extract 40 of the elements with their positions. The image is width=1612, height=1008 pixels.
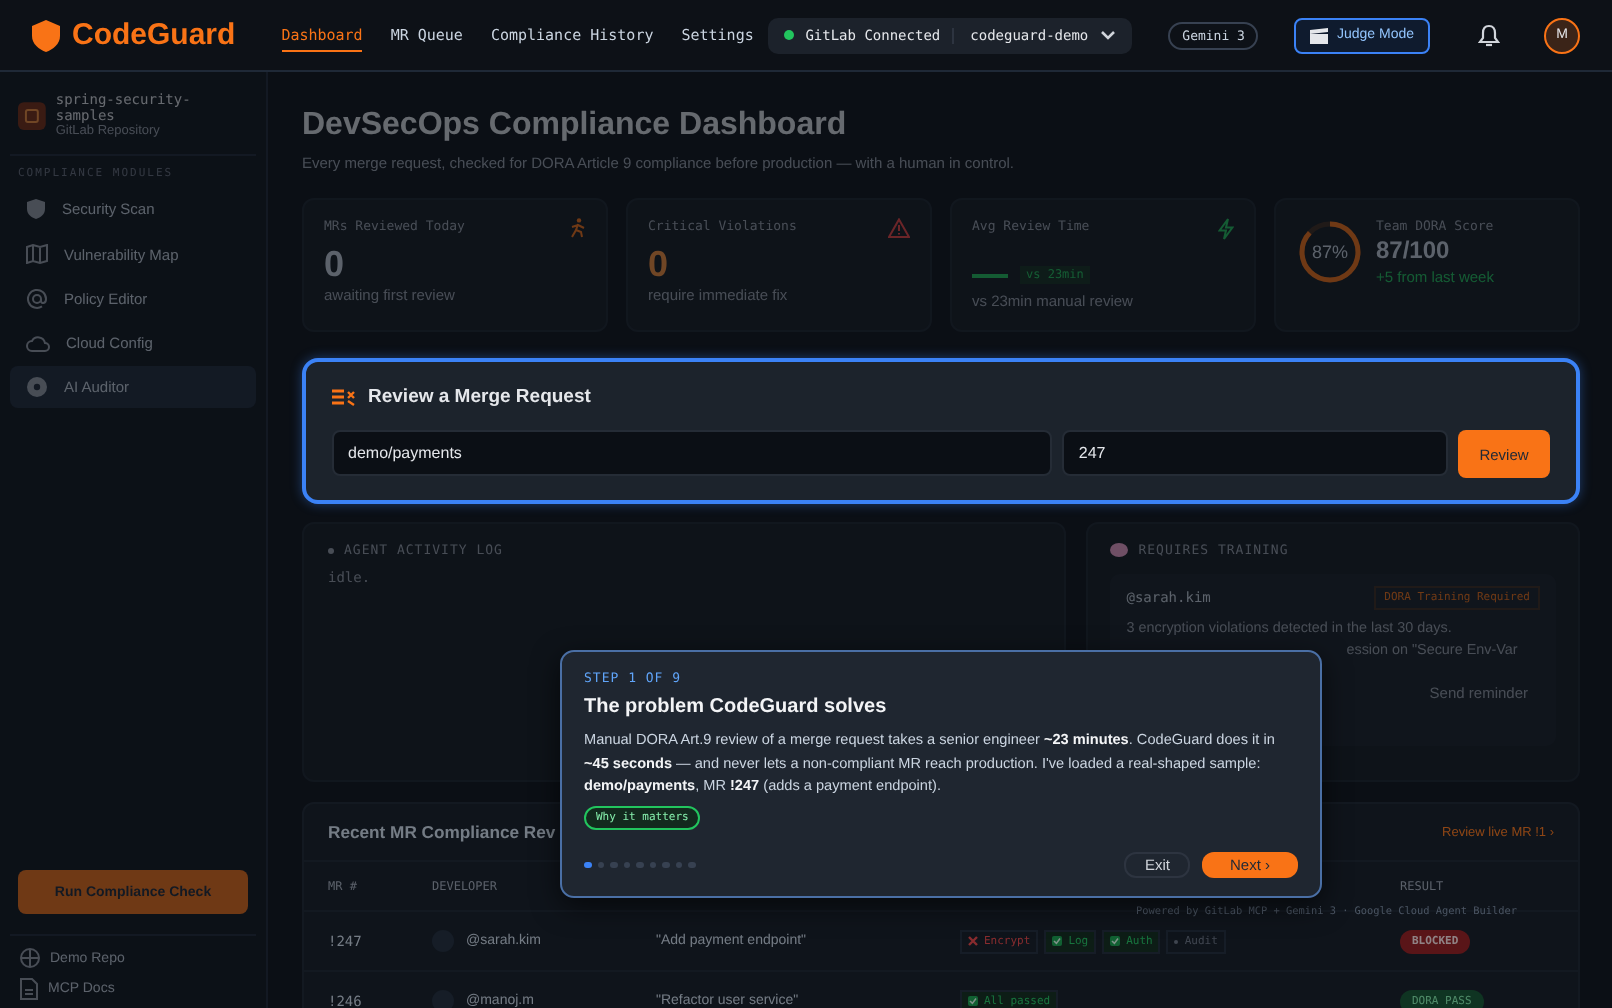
chevron-down-icon (1100, 29, 1117, 41)
map-icon (26, 244, 48, 264)
mr-number-field[interactable]: 247 (1062, 430, 1448, 476)
lightning-icon (1218, 218, 1234, 240)
runner-icon (570, 218, 586, 238)
checkbox-icon (968, 996, 978, 1006)
dot-icon (328, 547, 334, 553)
brand-name: CodeGuard (72, 18, 236, 52)
notification-bell-icon[interactable] (1478, 23, 1500, 47)
step-dot[interactable] (636, 861, 643, 869)
document-icon (20, 978, 38, 1000)
stat-value: 0 (648, 244, 671, 286)
step-dot[interactable] (610, 861, 617, 869)
review-title: Review a Merge Request (368, 386, 591, 408)
step-dot[interactable] (584, 861, 591, 869)
tour-title: The problem CodeGuard solves (584, 696, 887, 718)
step-dot[interactable] (597, 861, 604, 869)
stat-value: 0 (324, 244, 347, 286)
stat-value: 87/100 (1376, 236, 1452, 264)
globe-icon (20, 948, 40, 968)
step-dot[interactable] (649, 861, 656, 869)
warning-icon (888, 218, 910, 238)
step-dot[interactable] (675, 861, 682, 869)
project-field[interactable]: demo/payments (332, 430, 1053, 476)
checkbox-icon (1052, 936, 1063, 946)
clapperboard-icon (1310, 27, 1329, 43)
checkbox-icon (1110, 936, 1121, 946)
checklist-icon (332, 388, 356, 406)
repository-icon (18, 101, 46, 129)
at-sign-icon (26, 288, 48, 310)
score-percent: 87% (1309, 240, 1350, 266)
shield-icon (26, 198, 46, 220)
step-dot[interactable] (688, 861, 695, 869)
page-title: DevSecOps Compliance Dashboard (302, 108, 849, 144)
step-dot[interactable] (623, 861, 630, 869)
table-title: Recent MR Compliance Rev (328, 822, 556, 842)
step-dot[interactable] (662, 861, 669, 869)
cloud-icon (26, 334, 50, 352)
cross-icon (968, 936, 978, 946)
shield-logo-icon (32, 19, 60, 51)
